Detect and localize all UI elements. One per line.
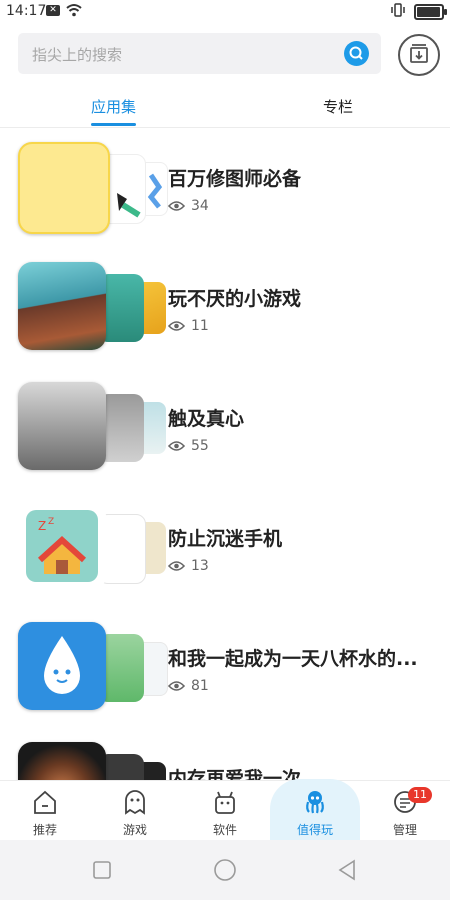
list-item[interactable]: 和我一起成为一天八杯水的... 81 — [0, 608, 450, 728]
nav-manage[interactable]: 11 管理 — [360, 781, 450, 841]
view-count: 81 — [168, 678, 209, 694]
tab-columns[interactable]: 专栏 — [323, 96, 353, 117]
eye-icon — [168, 201, 185, 211]
collection-title: 防止沉迷手机 — [168, 528, 283, 550]
collection-title: 百万修图师必备 — [168, 168, 302, 190]
battery-icon — [414, 4, 447, 20]
search-icon[interactable] — [344, 41, 369, 66]
wifi-icon — [66, 3, 82, 21]
collection-title: 玩不厌的小游戏 — [168, 288, 302, 310]
collection-title: 和我一起成为一天八杯水的... — [168, 648, 418, 670]
collection-thumbnails — [18, 142, 168, 234]
back-button[interactable] — [336, 858, 358, 886]
nav-software[interactable]: 软件 — [180, 781, 270, 841]
eye-icon — [168, 441, 185, 451]
ghost-icon — [123, 789, 147, 819]
app-thumbnail — [18, 142, 110, 234]
svg-text:Z: Z — [38, 519, 46, 533]
eye-icon — [168, 561, 185, 571]
eye-icon — [168, 321, 185, 331]
status-time: 14:17 — [6, 3, 47, 19]
app-thumbnail — [18, 262, 106, 350]
collection-thumbnails: Z Z — [18, 502, 166, 594]
list-item[interactable]: 触及真心 55 — [0, 368, 450, 488]
bottom-navigation: 推荐 游戏 软件 值得玩 11 管理 — [0, 779, 450, 841]
system-navigation-bar — [0, 840, 450, 900]
view-count: 13 — [168, 558, 209, 574]
notification-x-icon: ✕ — [46, 5, 60, 16]
nav-recommend[interactable]: 推荐 — [0, 781, 90, 841]
status-bar: 14:17 ✕ — [0, 0, 450, 24]
nav-games[interactable]: 游戏 — [90, 781, 180, 841]
app-thumbnail — [18, 382, 106, 470]
view-count: 11 — [168, 318, 209, 334]
vibrate-icon — [390, 3, 406, 21]
collection-title: 触及真心 — [168, 408, 245, 430]
android-icon — [213, 789, 237, 819]
nav-worth-playing[interactable]: 值得玩 — [270, 779, 360, 841]
notification-badge: 11 — [408, 787, 432, 803]
list-item[interactable]: Z Z 防止沉迷手机 13 — [0, 488, 450, 608]
home-icon — [33, 789, 57, 819]
tab-app-collections[interactable]: 应用集 — [91, 96, 137, 126]
view-count: 34 — [168, 198, 209, 214]
home-button[interactable] — [213, 858, 237, 886]
view-count: 55 — [168, 438, 209, 454]
tab-underline — [91, 123, 137, 126]
app-thumbnail — [18, 622, 106, 710]
svg-text:Z: Z — [48, 517, 54, 527]
list-item[interactable]: 百万修图师必备 34 — [0, 128, 450, 248]
octopus-icon — [303, 789, 327, 819]
eye-icon — [168, 681, 185, 691]
download-manager-button[interactable] — [398, 34, 440, 76]
app-thumbnail: Z Z — [18, 502, 106, 590]
collection-thumbnails — [18, 262, 166, 354]
tab-bar: 应用集 专栏 — [0, 90, 450, 126]
search-input[interactable]: 指尖上的搜索 — [18, 33, 381, 74]
list-item[interactable]: 玩不厌的小游戏 11 — [0, 248, 450, 368]
collection-thumbnails — [18, 622, 168, 714]
collection-thumbnails — [18, 382, 166, 474]
search-placeholder: 指尖上的搜索 — [32, 46, 123, 64]
download-icon — [410, 44, 428, 63]
recent-apps-button[interactable] — [92, 860, 112, 884]
